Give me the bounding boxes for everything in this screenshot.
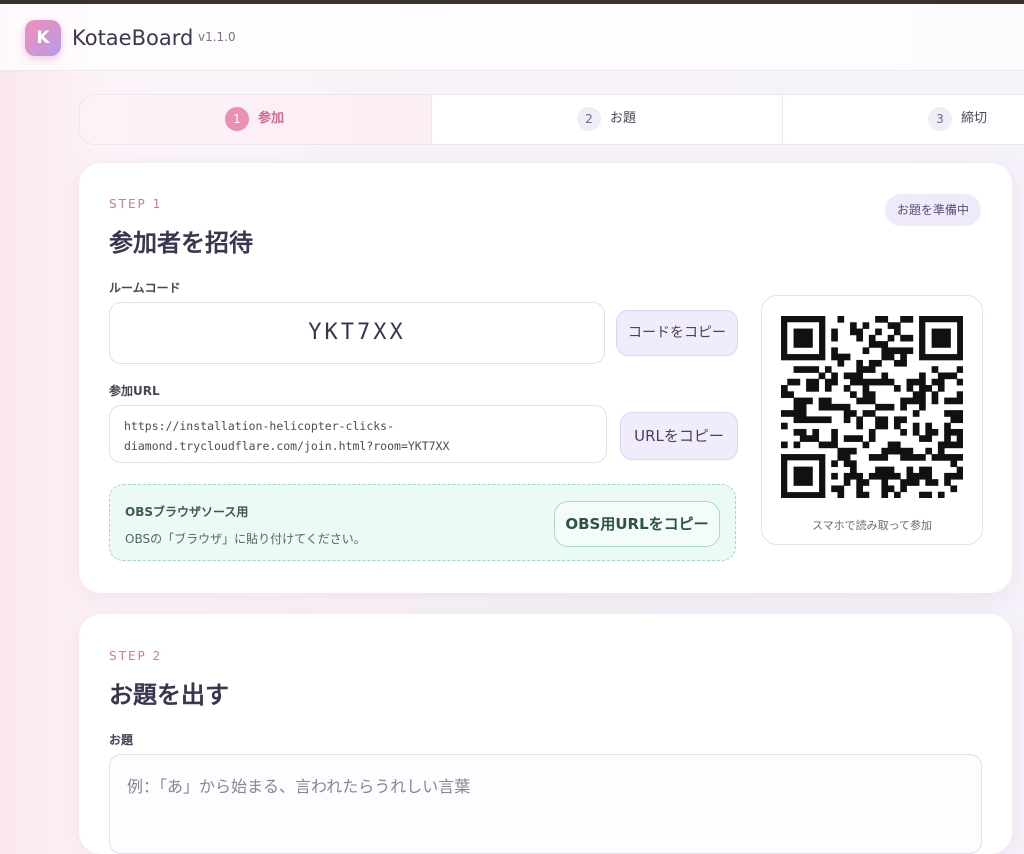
qr-caption: スマホで読み取って参加 — [811, 519, 933, 532]
topic-textarea[interactable]: 例：「あ」から始まる、言われたらうれしい言葉 — [109, 754, 982, 854]
step-tab-join[interactable]: 1 参加 — [80, 95, 432, 144]
topic-label: お題 — [109, 733, 134, 747]
qr-panel: スマホで読み取って参加 — [761, 295, 983, 545]
status-badge: お題を準備中 — [884, 194, 981, 226]
card-title: お題を出す — [109, 681, 229, 709]
step-progress: 1 参加 2 お題 3 締切 — [79, 94, 1024, 145]
step-label: お題 — [610, 111, 637, 126]
app-name: KotaeBoard — [72, 26, 194, 50]
qr-code — [781, 316, 963, 498]
room-code-label: ルームコード — [109, 281, 181, 295]
step-eyebrow: STEP 1 — [109, 197, 163, 211]
app-header: K KotaeBoard v1.1.0 — [0, 4, 1024, 71]
copy-code-button[interactable]: コードをコピー — [616, 310, 738, 356]
app-logo: K — [25, 20, 61, 56]
copy-url-button[interactable]: URLをコピー — [620, 412, 738, 460]
join-url-label: 参加URL — [109, 384, 160, 398]
invite-card: STEP 1 参加者を招待 お題を準備中 ルームコード YKT7XX コードをコ… — [79, 163, 1012, 593]
topic-placeholder: 例：「あ」から始まる、言われたらうれしい言葉 — [127, 777, 471, 796]
room-code-display: YKT7XX — [109, 302, 605, 364]
step-number: 2 — [577, 107, 601, 131]
step-number: 3 — [928, 107, 952, 131]
card-title: 参加者を招待 — [109, 229, 253, 257]
step-label: 参加 — [258, 111, 285, 126]
step-label: 締切 — [961, 111, 988, 126]
topic-card: STEP 2 お題を出す お題 例：「あ」から始まる、言われたらうれしい言葉 — [79, 614, 1012, 854]
step-tab-topic[interactable]: 2 お題 — [432, 95, 783, 144]
step-eyebrow: STEP 2 — [109, 649, 163, 663]
step-tab-close[interactable]: 3 締切 — [783, 95, 1024, 144]
copy-obs-url-button[interactable]: OBS用URLをコピー — [554, 501, 720, 547]
obs-hint: OBSの「ブラウザ」に貼り付けてください。 — [125, 532, 366, 546]
join-url-field[interactable]: https://installation-helicopter-clicks- … — [109, 405, 607, 463]
step-number: 1 — [225, 107, 249, 131]
obs-title: OBSブラウザソース用 — [125, 505, 249, 519]
obs-source-panel: OBSブラウザソース用 OBSの「ブラウザ」に貼り付けてください。 OBS用UR… — [109, 484, 736, 561]
app-version: v1.1.0 — [198, 30, 236, 44]
